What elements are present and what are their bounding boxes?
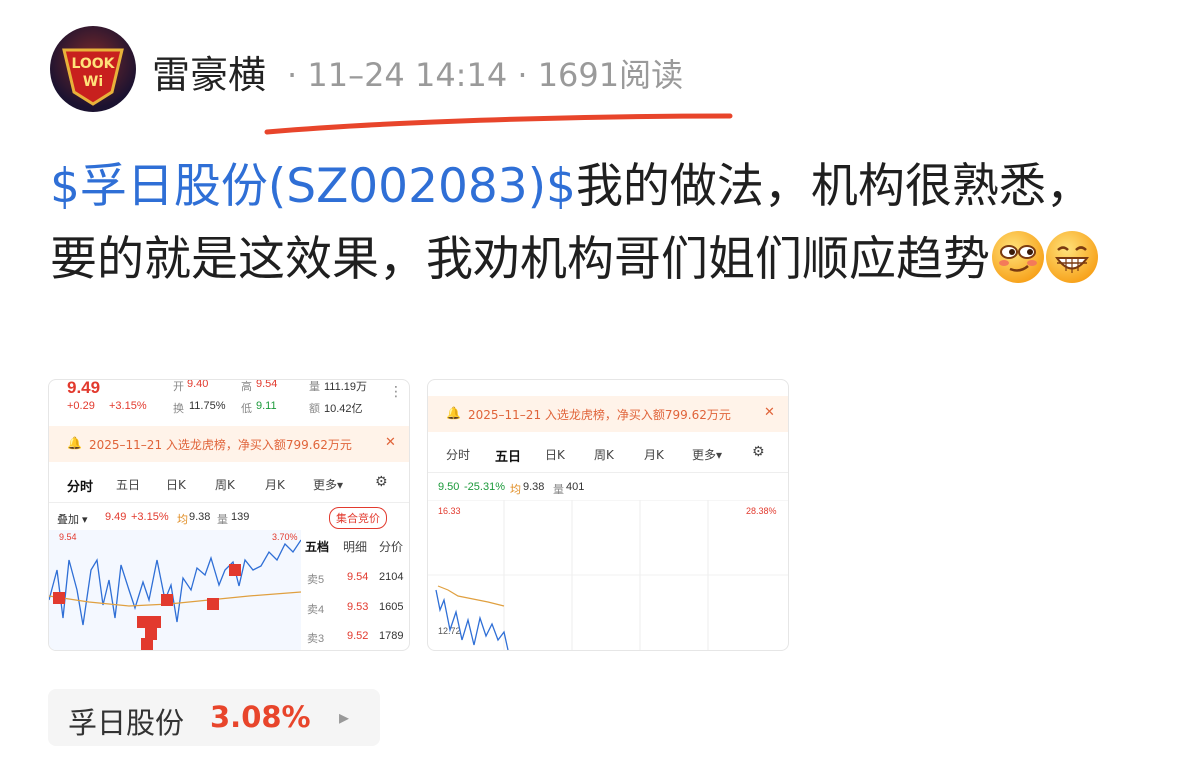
volume-label: 量 — [309, 381, 320, 393]
tab-daily-k[interactable]: 日K — [545, 446, 565, 463]
notice-text: 2025–11–21 入选龙虎榜，净买入额799.62万元 — [468, 408, 731, 422]
chart-tabs: 分时 五日 日K 周K 月K 更多▾ ⚙ — [49, 472, 409, 503]
tab-weekly-k[interactable]: 周K — [215, 476, 235, 493]
stat-price: 9.50 — [438, 481, 460, 493]
low-value: 9.11 — [256, 400, 277, 412]
avg-value: 9.38 — [189, 511, 211, 523]
ask3-price: 9.52 — [347, 630, 369, 642]
chart-screenshot-1[interactable]: 9.49 +0.29 +3.15% 开 9.40 高 9.54 量 111.19… — [48, 379, 410, 651]
chip-stock-pct: 3.08% — [210, 700, 311, 734]
price-change: +0.29 — [67, 400, 95, 412]
ask5-price: 9.54 — [347, 571, 369, 583]
ask4-price: 9.53 — [347, 601, 369, 613]
more-dots-icon[interactable]: ⋮ — [389, 384, 403, 400]
stat-pct: +3.15% — [131, 511, 169, 523]
intraday-chart: 9.54 3.70% — [49, 530, 301, 650]
avatar-image: LOOK Wi — [62, 48, 124, 106]
notice-text: 2025–11–21 入选龙虎榜，净买入额799.62万元 — [89, 438, 352, 452]
tab-details[interactable]: 明细 — [343, 538, 367, 555]
avatar-logo-text: LOOK — [71, 56, 115, 72]
red-annotation-underline — [264, 113, 733, 135]
auction-button[interactable]: 集合竞价 — [329, 507, 387, 529]
ask5-volume: 2104 — [379, 571, 404, 583]
tab-five-day[interactable]: 五日 — [495, 446, 521, 465]
high-value: 9.54 — [256, 379, 278, 390]
tab-intraday[interactable]: 分时 — [446, 446, 470, 463]
post-time: 11–24 14:14 — [307, 56, 508, 94]
open-label: 开 — [173, 381, 184, 393]
turnover-value: 11.75% — [189, 400, 226, 412]
overlay-dropdown[interactable]: 叠加 ▾ — [57, 511, 88, 527]
author-name[interactable]: 雷豪横 — [152, 44, 266, 99]
chart-y-top: 9.54 — [59, 532, 77, 542]
ask4-label: 卖4 — [307, 604, 325, 616]
tab-intraday[interactable]: 分时 — [67, 476, 93, 495]
volume-value: 111.19万 — [324, 381, 368, 393]
read-count: 1691阅读 — [537, 56, 684, 94]
post-body: $孚日股份(SZ002083)$我的做法，机构很熟悉，要的就是这效果，我劝机构哥… — [50, 150, 1130, 296]
chevron-right-icon[interactable]: ▸ — [339, 705, 349, 729]
stat-pct: -25.31% — [464, 481, 505, 493]
author-avatar[interactable]: LOOK Wi — [50, 26, 136, 112]
close-icon[interactable]: ✕ — [764, 405, 775, 420]
avg-label: 均 — [177, 514, 188, 526]
high-label: 高 — [241, 381, 252, 393]
chart-pct-top: 3.70% — [272, 532, 298, 542]
amount-value: 10.42亿 — [324, 403, 363, 415]
settings-icon[interactable]: ⚙ — [375, 474, 388, 490]
dragon-tiger-notice[interactable]: 🔔 2025–11–21 入选龙虎榜，净买入额799.62万元 ✕ — [49, 426, 409, 462]
svg-text:Wi: Wi — [83, 74, 103, 90]
tab-more[interactable]: 更多▾ — [313, 476, 343, 493]
tab-more[interactable]: 更多▾ — [692, 446, 722, 463]
smirk-face-icon — [992, 231, 1044, 283]
tab-daily-k[interactable]: 日K — [166, 476, 186, 493]
stock-tag-link[interactable]: $孚日股份(SZ002083)$ — [50, 159, 576, 214]
settings-icon[interactable]: ⚙ — [752, 444, 765, 460]
chart-pct-top: 28.38% — [746, 506, 777, 516]
ask3-label: 卖3 — [307, 633, 325, 645]
chip-stock-name[interactable]: 孚日股份 — [68, 700, 184, 742]
vol-label: 量 — [553, 484, 564, 496]
close-icon[interactable]: ✕ — [385, 435, 396, 450]
dragon-tiger-notice[interactable]: 🔔 2025–11–21 入选龙虎榜，净买入额799.62万元 ✕ — [428, 396, 788, 432]
stock-price: 9.49 — [67, 379, 101, 397]
vol-value: 401 — [566, 481, 585, 493]
bell-icon: 🔔 — [67, 436, 82, 450]
chart-screenshot-2[interactable]: 🔔 2025–11–21 入选龙虎榜，净买入额799.62万元 ✕ 分时 五日 … — [427, 379, 789, 651]
avg-value: 9.38 — [523, 481, 545, 493]
low-label: 低 — [241, 403, 252, 415]
ask3-volume: 1789 — [379, 630, 404, 642]
five-day-chart: 16.33 28.38% 12.72 — [428, 500, 788, 650]
meta-separator: · — [517, 56, 528, 94]
stat-price: 9.49 — [105, 511, 127, 523]
ask5-label: 卖5 — [307, 574, 325, 586]
turnover-label: 换 — [173, 403, 184, 415]
tab-weekly-k[interactable]: 周K — [594, 446, 614, 463]
grinning-face-icon — [1046, 231, 1098, 283]
post-meta: · 11–24 14:14 · 1691阅读 — [287, 50, 683, 96]
chart-y-top: 16.33 — [438, 506, 461, 516]
order-book-tabs: 五档 明细 分价 — [305, 538, 409, 558]
tab-monthly-k[interactable]: 月K — [265, 476, 285, 493]
open-value: 9.40 — [187, 379, 209, 390]
ask4-volume: 1605 — [379, 601, 404, 613]
tab-five-day[interactable]: 五日 — [116, 476, 140, 493]
price-change-pct: +3.15% — [109, 400, 147, 412]
vol-value: 139 — [231, 511, 250, 523]
avg-label: 均 — [510, 484, 521, 496]
amount-label: 额 — [309, 403, 320, 415]
chart-tabs: 分时 五日 日K 周K 月K 更多▾ ⚙ — [428, 442, 788, 473]
tab-price-dist[interactable]: 分价 — [379, 538, 403, 555]
tab-level5[interactable]: 五档 — [305, 538, 329, 555]
tab-monthly-k[interactable]: 月K — [644, 446, 664, 463]
meta-separator: · — [287, 56, 298, 94]
bell-icon: 🔔 — [446, 406, 461, 420]
vol-label: 量 — [217, 514, 228, 526]
